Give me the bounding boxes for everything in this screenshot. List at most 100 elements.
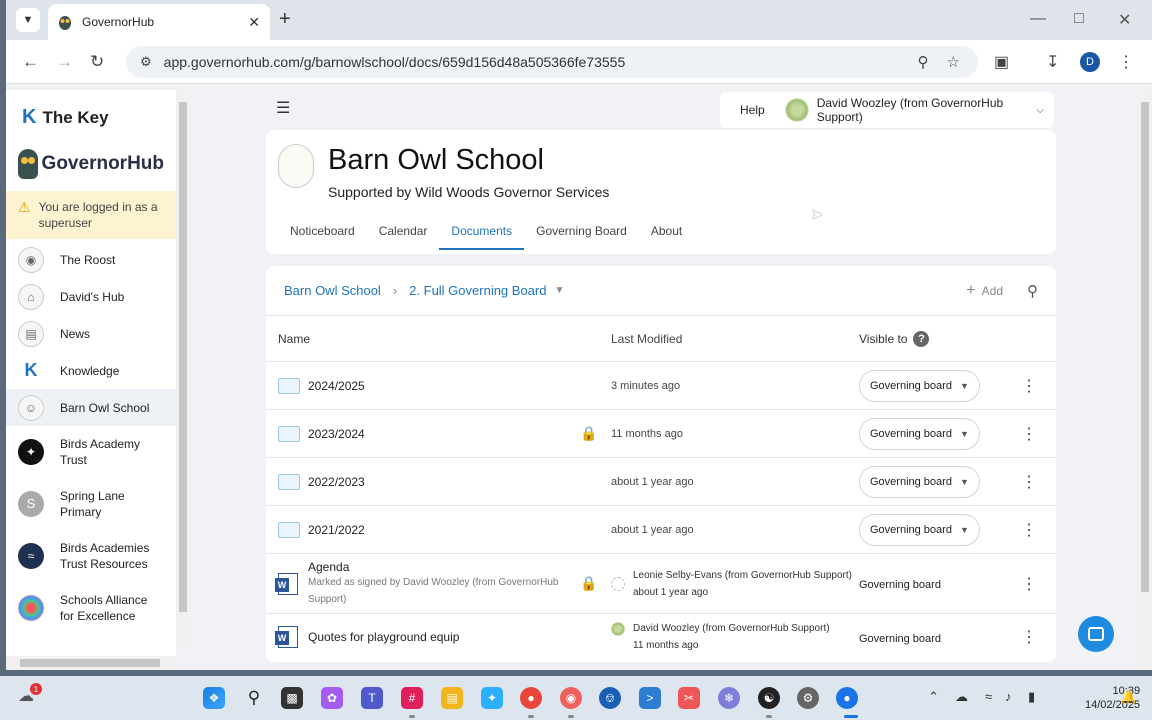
sidebar-item-knowledge[interactable]: K Knowledge <box>6 352 176 389</box>
tab-search-button[interactable]: ▼ <box>16 8 40 32</box>
search-icon[interactable]: ⚲ <box>1027 282 1038 300</box>
site-info-icon[interactable]: ⚙ <box>140 54 152 70</box>
table-row[interactable]: 2023/2024 🔒 11 months ago Governing board… <box>266 410 1056 458</box>
back-icon[interactable]: ← <box>22 52 39 72</box>
table-row[interactable]: Quotes for playground equip David Woozle… <box>266 614 1056 660</box>
more-options-icon[interactable]: ⋮ <box>1009 424 1049 444</box>
browser-menu-icon[interactable]: ⋮ <box>1118 52 1134 72</box>
minimize-icon[interactable]: — <box>1030 10 1046 28</box>
notification-bell-icon[interactable]: 🔔 <box>1120 689 1136 705</box>
column-last-modified[interactable]: Last Modified <box>611 332 859 346</box>
row-name[interactable]: 2024/2025 <box>308 379 365 393</box>
sidebar-item-birds-academy-trust[interactable]: ✦ Birds Academy Trust <box>6 426 176 478</box>
collapse-sidebar-icon[interactable]: ☰ <box>276 98 290 118</box>
more-options-icon[interactable]: ⋮ <box>1009 627 1049 647</box>
breadcrumb-root[interactable]: Barn Owl School <box>284 283 381 298</box>
github-icon[interactable]: ☯ <box>758 687 780 709</box>
sidebar-item-barn-owl-school[interactable]: ☺ Barn Owl School <box>6 389 176 426</box>
sidebar-horizontal-scrollbar[interactable] <box>6 656 176 670</box>
sidebar-item-label: Birds Academies Trust Resources <box>60 541 150 571</box>
the-key-logo[interactable]: K The Key <box>6 90 176 139</box>
gear-icon[interactable]: ⚙ <box>797 687 819 709</box>
caret-down-icon[interactable]: ▼ <box>554 285 564 296</box>
table-row[interactable]: 2021/2022 about 1 year ago Governing boa… <box>266 506 1056 554</box>
tab-calendar[interactable]: Calendar <box>367 224 440 254</box>
chrome-profile-icon[interactable]: ● <box>836 687 858 709</box>
recording-app-icon[interactable]: ◉ <box>560 687 582 709</box>
home-icon: ⌂ <box>18 283 44 310</box>
user-name[interactable]: David Woozley (from GovernorHub Support) <box>817 96 1037 124</box>
help-icon[interactable]: ? <box>913 330 930 347</box>
sidebar-item-the-roost[interactable]: ◉ The Roost <box>6 241 176 278</box>
terminal-icon[interactable]: > <box>639 687 661 709</box>
maximize-icon[interactable]: □ <box>1074 10 1084 28</box>
butterfly-app-icon[interactable]: ✦ <box>481 687 503 709</box>
add-button[interactable]: + Add <box>966 282 1003 300</box>
copilot-icon[interactable]: ✿ <box>321 687 343 709</box>
school-subtitle: Supported by Wild Woods Governor Service… <box>328 184 610 200</box>
visibility-dropdown[interactable]: Governing board ▼ <box>859 465 980 498</box>
sidebar-item-schools-alliance[interactable]: Schools Alliance for Excellence <box>6 582 176 634</box>
browser-tab[interactable]: GovernorHub ✕ <box>48 4 270 40</box>
tab-about[interactable]: About <box>639 224 694 254</box>
alliance-logo-icon <box>18 595 44 621</box>
onedrive-icon[interactable]: ☁ <box>955 689 968 705</box>
row-name[interactable]: Quotes for playground equip <box>308 630 459 644</box>
forward-icon[interactable]: → <box>56 52 73 72</box>
file-explorer-icon[interactable]: ▤ <box>441 687 463 709</box>
zoom-icon[interactable]: ⚲ <box>918 53 929 71</box>
sidebar-item-davids-hub[interactable]: ⌂ David's Hub <box>6 278 176 315</box>
visibility-dropdown[interactable]: Governing board ▼ <box>859 513 980 546</box>
more-options-icon[interactable]: ⋮ <box>1009 574 1049 594</box>
download-icon[interactable]: ↧ <box>1046 52 1059 72</box>
table-row[interactable]: 2024/2025 3 minutes ago Governing board ▼… <box>266 362 1056 410</box>
more-options-icon[interactable]: ⋮ <box>1009 520 1049 540</box>
volume-icon[interactable]: ♪ <box>1005 689 1012 704</box>
sidebar-scrollbar[interactable] <box>176 90 190 650</box>
snipping-tool-icon[interactable]: ✂ <box>678 687 700 709</box>
more-options-icon[interactable]: ⋮ <box>1009 376 1049 396</box>
tab-governing-board[interactable]: Governing Board <box>524 224 639 254</box>
governorhub-logo[interactable]: GovernorHub <box>6 139 176 189</box>
chrome-icon[interactable]: ● <box>520 687 542 709</box>
wifi-icon[interactable]: ≈ <box>985 689 992 704</box>
taskbar-search-icon[interactable]: ⚲ <box>243 687 265 709</box>
tab-noticeboard[interactable]: Noticeboard <box>278 224 367 254</box>
visibility-dropdown[interactable]: Governing board ▼ <box>859 369 980 402</box>
battery-icon[interactable]: ▮ <box>1028 689 1035 705</box>
help-link[interactable]: Help <box>740 103 765 117</box>
new-tab-button[interactable]: + <box>279 8 291 31</box>
row-name[interactable]: 2021/2022 <box>308 523 365 537</box>
chevron-down-icon[interactable]: ⌵ <box>1036 105 1044 116</box>
slack-icon[interactable]: # <box>401 687 423 709</box>
sidebar-item-birds-academies-trust-resources[interactable]: ≈ Birds Academies Trust Resources <box>6 530 176 582</box>
tab-documents[interactable]: Documents <box>439 224 524 254</box>
extensions-icon[interactable]: ▣ <box>994 52 1009 72</box>
breadcrumb-current[interactable]: 2. Full Governing Board <box>409 283 546 298</box>
sidebar-item-spring-lane-primary[interactable]: S Spring Lane Primary <box>6 478 176 530</box>
start-icon[interactable]: ❖ <box>203 687 225 709</box>
user-avatar[interactable] <box>784 98 809 122</box>
teams-icon[interactable]: T <box>361 687 383 709</box>
task-view-icon[interactable]: ▩ <box>281 687 303 709</box>
bookmark-star-icon[interactable]: ☆ <box>947 53 960 71</box>
chat-launcher-button[interactable] <box>1078 616 1114 652</box>
close-tab-icon[interactable]: ✕ <box>248 14 260 31</box>
sidebar-item-news[interactable]: ▤ News <box>6 315 176 352</box>
row-name[interactable]: 2022/2023 <box>308 475 365 489</box>
password-manager-icon[interactable]: ⎊ <box>599 687 621 709</box>
profile-avatar[interactable]: D <box>1080 52 1100 72</box>
main-scrollbar[interactable] <box>1138 90 1152 670</box>
reload-icon[interactable]: ↻ <box>90 52 104 72</box>
visibility-dropdown[interactable]: Governing board ▼ <box>859 417 980 450</box>
row-name[interactable]: Agenda <box>308 560 570 574</box>
more-options-icon[interactable]: ⋮ <box>1009 472 1049 492</box>
chevron-up-icon[interactable]: ⌃ <box>928 689 939 705</box>
close-window-icon[interactable]: ✕ <box>1118 10 1131 30</box>
row-name[interactable]: 2023/2024 <box>308 427 365 441</box>
settings-flower-icon[interactable]: ❄ <box>718 687 740 709</box>
table-row[interactable]: 2022/2023 about 1 year ago Governing boa… <box>266 458 1056 506</box>
table-row[interactable]: Agenda Marked as signed by David Woozley… <box>266 554 1056 614</box>
column-name[interactable]: Name <box>266 332 611 346</box>
url-field[interactable]: ⚙ app.governorhub.com/g/barnowlschool/do… <box>126 46 978 78</box>
